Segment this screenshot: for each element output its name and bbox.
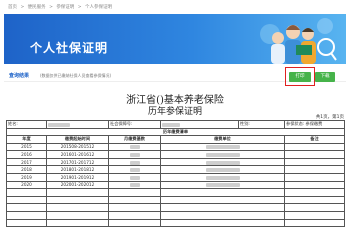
section-title: 历年缴费清单: [6, 127, 345, 137]
breadcrumb-current: 个人参保证明: [84, 5, 112, 10]
year-cell: 2020: [6, 180, 47, 190]
breadcrumb-home[interactable]: 首页: [8, 5, 17, 10]
period-cell: 201901-201912: [46, 173, 109, 182]
table-row: 2019 201901-201912: [6, 173, 345, 182]
remark-cell: [284, 173, 345, 182]
column-header: 缴费起始时间: [46, 135, 109, 144]
ss-number-value: [160, 120, 239, 129]
family-illustration-icon: [260, 18, 337, 64]
banner-title: 个人社保证明: [30, 41, 109, 55]
base-cell: [108, 150, 161, 159]
year-cell: 2017: [6, 157, 47, 167]
empty-row: [6, 218, 345, 228]
employer-cell: [160, 165, 285, 175]
employer-cell: [160, 157, 285, 167]
empty-row: [6, 188, 345, 197]
table-header-row: 年度 缴费起始时间 月缴费基数 缴费单位 备注: [6, 135, 345, 144]
highlight-box: [285, 67, 315, 86]
remark-cell: [284, 165, 345, 175]
employer-cell: [160, 142, 285, 152]
status-value: 参保缴费: [305, 121, 323, 127]
employer-cell: [160, 150, 285, 159]
base-cell: [108, 157, 161, 167]
name-label: 姓名:: [6, 120, 47, 129]
base-cell: [108, 165, 161, 175]
table-row: 2015 201508-201512: [6, 142, 345, 152]
year-cell: 2016: [6, 150, 47, 159]
period-cell: 201701-201712: [46, 157, 109, 167]
period-cell: 201508-201512: [46, 142, 109, 152]
year-cell: 2019: [6, 173, 47, 182]
status-label: 参保状态:: [286, 121, 305, 127]
column-header: 缴费单位: [160, 135, 285, 144]
remark-cell: [284, 157, 345, 167]
empty-row: [6, 195, 345, 205]
period-cell: 202001-202012: [46, 180, 109, 190]
section-title-row: 历年缴费清单: [6, 127, 345, 137]
column-header: 年度: [6, 135, 47, 144]
breadcrumb-separator: >: [77, 5, 82, 10]
column-header: 备注: [284, 135, 345, 144]
base-cell: [108, 142, 161, 152]
header-banner: 个人社保证明: [4, 14, 346, 64]
query-result-label: 查询结果: [9, 73, 30, 79]
contribution-table: 姓名: 社会保障号: 性别: 参保状态: 参保缴费 历年缴费清单 年度 缴费起始…: [6, 120, 345, 228]
remark-cell: [284, 150, 345, 159]
query-result-note: (数据仅供已缴纳社保人员查看参保情况): [40, 73, 112, 78]
column-header: 月缴费基数: [108, 135, 161, 144]
table-row: 2016 201601-201612: [6, 150, 345, 159]
breadcrumb-services[interactable]: 便民服务: [28, 5, 46, 10]
year-cell: 2015: [6, 142, 47, 152]
table-row: 2020 202001-202012: [6, 180, 345, 190]
remark-cell: [284, 180, 345, 190]
personal-info-row: 姓名: 社会保障号: 性别: 参保状态: 参保缴费: [6, 120, 345, 129]
name-value: [46, 120, 109, 129]
base-cell: [108, 173, 161, 182]
table-row: 2018 201801-201812: [6, 165, 345, 175]
breadcrumb-separator: >: [49, 5, 53, 10]
ss-number-label: 社会保障号:: [108, 120, 161, 129]
period-cell: 201801-201812: [46, 165, 109, 175]
remark-cell: [284, 142, 345, 152]
breadcrumb-certificate[interactable]: 参保证明: [56, 5, 74, 10]
certificate-subtitle: 历年参保证明: [147, 107, 202, 117]
download-button[interactable]: 下载: [315, 72, 335, 82]
empty-row: [6, 211, 345, 220]
gender-label: 性别:: [238, 120, 285, 129]
base-cell: [108, 180, 161, 190]
employer-cell: [160, 173, 285, 182]
status-cell: 参保状态: 参保缴费: [284, 120, 345, 129]
breadcrumb: 首页 > 便民服务 > 参保证明 > 个人参保证明: [8, 4, 114, 10]
breadcrumb-separator: >: [20, 5, 25, 10]
period-cell: 201601-201612: [46, 150, 109, 159]
year-cell: 2018: [6, 165, 47, 175]
employer-cell: [160, 180, 285, 190]
table-row: 2017 201701-201712: [6, 157, 345, 167]
empty-row: [6, 203, 345, 213]
